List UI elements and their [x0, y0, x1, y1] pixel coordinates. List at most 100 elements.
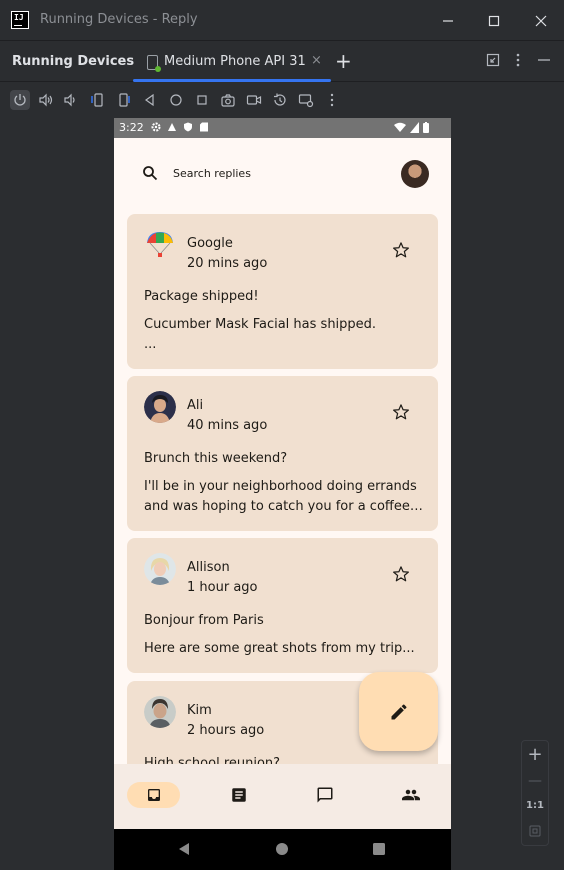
- snapshot-button[interactable]: [270, 90, 290, 110]
- more-vertical-icon: [516, 53, 520, 67]
- android-status-bar: 3:22: [114, 118, 451, 138]
- avatar: [144, 391, 176, 423]
- email-sender: Ali: [187, 398, 204, 413]
- notification-icons: [151, 122, 209, 132]
- screen-record-button[interactable]: [244, 90, 264, 110]
- email-time: 2 hours ago: [187, 723, 265, 738]
- rotate-right-button[interactable]: [114, 90, 134, 110]
- minimize-panel-button[interactable]: [537, 53, 551, 71]
- star-outline-icon[interactable]: [392, 403, 410, 421]
- video-camera-icon: [246, 95, 262, 105]
- tool-window-header: Running Devices Medium Phone API 31 × +: [0, 42, 564, 82]
- minimize-icon: [443, 20, 453, 22]
- actual-size-button[interactable]: 1:1: [522, 800, 548, 811]
- email-preview: Here are some great shots from my trip..…: [144, 641, 415, 656]
- overview-button[interactable]: [192, 90, 212, 110]
- email-sender: Google: [187, 236, 233, 251]
- article-icon: [232, 788, 246, 802]
- bottom-navigation: [114, 764, 451, 829]
- maximize-icon: [488, 15, 500, 27]
- settings-gear-icon: [151, 122, 161, 132]
- compose-fab[interactable]: [359, 672, 438, 751]
- zoom-in-button[interactable]: +: [522, 744, 548, 765]
- android-studio-logo-icon: IJ: [11, 11, 29, 29]
- email-time: 20 mins ago: [187, 256, 268, 271]
- system-recents-icon[interactable]: [372, 842, 386, 856]
- nav-articles[interactable]: [226, 782, 252, 808]
- fit-screen-button[interactable]: [522, 825, 548, 841]
- close-window-button[interactable]: [530, 10, 552, 32]
- email-time: 40 mins ago: [187, 418, 268, 433]
- system-status-icons: [394, 122, 429, 133]
- add-device-button[interactable]: +: [335, 49, 352, 73]
- email-subject: Brunch this weekend?: [144, 451, 288, 466]
- nav-inbox[interactable]: [127, 782, 180, 808]
- tab-medium-phone[interactable]: Medium Phone API 31 ×: [133, 42, 331, 82]
- star-outline-icon[interactable]: [392, 565, 410, 583]
- system-back-icon[interactable]: [177, 842, 191, 856]
- battery-icon: [423, 122, 429, 133]
- email-sender: Kim: [187, 703, 212, 718]
- keyboard-settings-button[interactable]: [296, 90, 316, 110]
- volume-down-button[interactable]: [60, 90, 80, 110]
- camera-icon: [221, 94, 235, 107]
- overview-square-icon: [197, 95, 207, 105]
- back-triangle-icon: [144, 93, 154, 107]
- minus-icon: [538, 59, 550, 61]
- home-button[interactable]: [166, 90, 186, 110]
- back-button[interactable]: [140, 90, 160, 110]
- minimize-button[interactable]: [437, 10, 459, 32]
- tool-window-title: Running Devices: [12, 54, 135, 69]
- window-title: Running Devices - Reply: [40, 12, 198, 27]
- email-sender: Allison: [187, 560, 230, 575]
- hide-panel-button[interactable]: [486, 53, 500, 71]
- email-card[interactable]: Google 20 mins ago Package shipped! Cucu…: [127, 214, 438, 369]
- tab-close-button[interactable]: ×: [311, 53, 322, 68]
- search-icon: [143, 166, 158, 181]
- android-navigation-bar: [114, 829, 451, 870]
- more-vertical-icon: [330, 93, 334, 107]
- active-tab-indicator: [133, 79, 331, 82]
- wifi-icon: [394, 122, 406, 132]
- profile-avatar[interactable]: [401, 160, 429, 188]
- device-screen[interactable]: 3:22 Search replies Google 20 mins ago P…: [114, 118, 451, 870]
- system-home-icon[interactable]: [275, 842, 289, 856]
- rotate-left-icon: [91, 93, 103, 107]
- email-preview-line2: ...: [144, 337, 157, 352]
- email-card[interactable]: Allison 1 hour ago Bonjour from Paris He…: [127, 538, 438, 673]
- close-icon: [535, 15, 547, 27]
- inbox-icon: [147, 789, 160, 801]
- signal-icon: [410, 122, 419, 133]
- keyboard-gear-icon: [298, 94, 314, 108]
- zoom-out-button[interactable]: —: [522, 773, 548, 789]
- play-store-icon: [168, 123, 176, 131]
- options-menu-button[interactable]: [513, 53, 523, 71]
- home-circle-icon: [170, 94, 182, 106]
- rotate-left-button[interactable]: [87, 90, 107, 110]
- window-titlebar: IJ Running Devices - Reply: [0, 0, 564, 41]
- status-time: 3:22: [119, 121, 144, 134]
- email-preview: Cucumber Mask Facial has shipped.: [144, 317, 377, 332]
- email-subject: Package shipped!: [144, 289, 259, 304]
- chat-bubble-icon: [317, 787, 333, 803]
- nav-messages[interactable]: [312, 782, 338, 808]
- email-time: 1 hour ago: [187, 580, 258, 595]
- star-outline-icon[interactable]: [392, 241, 410, 259]
- email-preview: I'll be in your neighborhood doing erran…: [144, 479, 417, 494]
- email-card[interactable]: Ali 40 mins ago Brunch this weekend? I'l…: [127, 376, 438, 531]
- avatar: [144, 696, 176, 728]
- volume-up-icon: [39, 93, 53, 107]
- more-actions-button[interactable]: [322, 90, 342, 110]
- power-button[interactable]: [10, 90, 30, 110]
- nav-contacts[interactable]: [398, 782, 424, 808]
- search-bar[interactable]: Search replies: [114, 138, 451, 210]
- people-icon: [402, 789, 420, 801]
- screenshot-button[interactable]: [218, 90, 238, 110]
- email-preview-line2: and was hoping to catch you for a coffee…: [144, 499, 424, 514]
- volume-up-button[interactable]: [36, 90, 56, 110]
- maximize-button[interactable]: [483, 10, 505, 32]
- history-icon: [274, 93, 286, 106]
- search-placeholder: Search replies: [173, 167, 251, 180]
- edit-pencil-icon: [391, 703, 407, 719]
- email-subject: Bonjour from Paris: [144, 613, 264, 628]
